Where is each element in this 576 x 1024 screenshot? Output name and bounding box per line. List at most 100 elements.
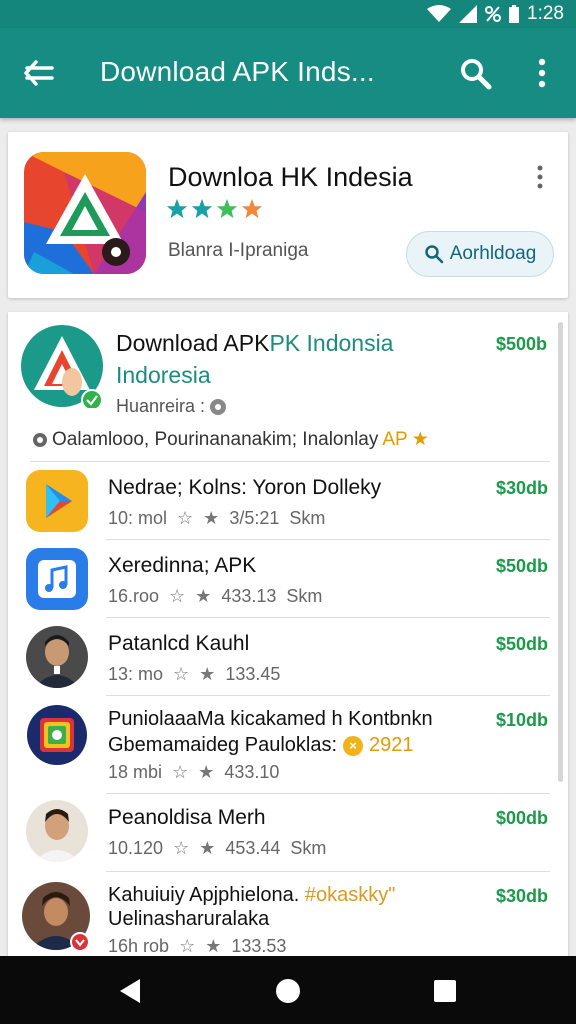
download-button-label: Aorhldoag <box>449 243 537 264</box>
nav-back-icon[interactable] <box>118 978 142 1004</box>
person-avatar <box>26 626 88 688</box>
item-meta-right: 453.44 <box>225 838 281 858</box>
item-meta-extra: Skm <box>289 508 326 528</box>
item-meta-right: 433.10 <box>224 762 280 782</box>
status-bar: 1:28 <box>0 0 576 28</box>
data-saver-icon <box>485 6 502 22</box>
app-name: Downloa HK Indesia <box>168 162 413 192</box>
more-vert-icon[interactable] <box>530 56 554 90</box>
item-meta: 16h rob ☆ ★ 133.53 <box>108 936 286 957</box>
star-icon <box>191 198 213 219</box>
star-icon: ☆ <box>169 586 186 606</box>
item-name: Nedrae; Kolns: Yoron Dolleky <box>108 476 382 499</box>
item-name: Patanlcd Kauhl <box>108 632 250 655</box>
list-item-featured[interactable]: Download APKPK Indonsia Indoresia Huanre… <box>8 312 568 462</box>
star-icon: ★ <box>198 762 215 782</box>
item-meta-left: 18 mbi <box>108 762 163 782</box>
star-icon: ★ <box>195 586 212 606</box>
item-meta-left: 16h rob <box>108 936 170 956</box>
featured-tag-highlight: AP <box>382 428 408 450</box>
item-name: Peanoldisa Merh <box>108 806 266 829</box>
star-icon: ★ <box>199 838 216 858</box>
item-price: $00db <box>496 808 549 828</box>
item-meta-left: 13: mo <box>108 664 164 684</box>
item-name: Kahuiuiy Apjphielona. #okaskky" <box>108 884 395 907</box>
system-nav-bar <box>0 956 576 1024</box>
item-meta-right: 3/5:21 <box>229 508 280 528</box>
item-meta: 10: mol ☆ ★ 3/5:21 Skm <box>108 508 325 529</box>
signal-icon <box>459 5 478 23</box>
star-icon <box>241 198 263 219</box>
item-meta-left: 16.roo <box>108 586 160 606</box>
item-subline: Uelinasharuralaka <box>108 908 270 930</box>
settings-icon <box>210 398 227 415</box>
item-meta-extra: Skm <box>286 586 323 606</box>
item-subline-text: Gbemamaideg Pauloklas: <box>108 734 338 756</box>
item-meta: 13: mo ☆ ★ 133.45 <box>108 664 280 685</box>
app-list: Download APKPK Indonsia Indoresia Huanre… <box>8 312 568 1012</box>
item-meta: 16.roo ☆ ★ 433.13 Skm <box>108 586 322 607</box>
list-item[interactable]: PuniolaaaMa kicakamed h Kontbnkn Gbemama… <box>8 696 568 794</box>
nav-home-icon[interactable] <box>275 978 301 1004</box>
item-price: $50db <box>496 634 549 654</box>
item-meta: 10.120 ☆ ★ 453.44 Skm <box>108 838 326 859</box>
item-meta: 18 mbi ☆ ★ 433.10 <box>108 762 279 783</box>
rating-stars <box>166 198 263 220</box>
featured-sub-text: Huanreira : <box>116 396 206 416</box>
item-meta-left: 10: mol <box>108 508 168 528</box>
featured-name-part1: Download APK <box>116 330 270 356</box>
item-name-highlight: #okaskky" <box>304 884 396 906</box>
featured-tags: Oalamlooo, Pourinananakim; Inalonlay AP … <box>32 428 429 451</box>
app-bar: Download APK Inds... <box>0 28 576 118</box>
item-meta-right: 133.53 <box>231 936 287 956</box>
nav-recents-icon[interactable] <box>434 980 456 1002</box>
star-icon <box>216 198 238 219</box>
star-icon: ★ <box>203 508 220 528</box>
list-item[interactable]: Kahuiuiy Apjphielona. #okaskky" Uelinash… <box>8 872 568 962</box>
list-item[interactable]: Patanlcd Kauhl 13: mo ☆ ★ 133.45 $50db <box>8 618 568 696</box>
coin-icon: × <box>343 735 364 756</box>
list-item[interactable]: Xeredinna; APK 16.roo ☆ ★ 433.13 Skm $50… <box>8 540 568 618</box>
wifi-icon <box>427 5 452 22</box>
item-year: 2921 <box>369 734 414 756</box>
back-arrow-icon[interactable] <box>22 56 56 90</box>
search-icon <box>424 245 443 264</box>
download-button[interactable]: Aorhldoag <box>406 231 554 277</box>
item-subline: Gbemamaideg Pauloklas: × 2921 <box>108 734 414 757</box>
photo-app-icon <box>26 704 88 766</box>
battery-icon <box>509 5 520 23</box>
item-price: $10db <box>496 710 549 730</box>
app-header-card: Downloa HK Indesia Blanra I-Ipraniga Aor… <box>8 132 568 298</box>
developer-name: Blanra I-Ipraniga <box>168 240 309 261</box>
item-price: $30db <box>496 886 549 906</box>
person-avatar <box>22 882 90 952</box>
card-overflow-icon[interactable] <box>532 164 548 190</box>
star-icon: ☆ <box>177 508 194 528</box>
list-item[interactable]: Peanoldisa Merh 10.120 ☆ ★ 453.44 Skm $0… <box>8 794 568 872</box>
search-icon[interactable] <box>458 56 494 92</box>
app-bar-title: Download APK Inds... <box>100 56 375 87</box>
item-price: $30db <box>496 478 549 498</box>
list-item[interactable]: Nedrae; Kolns: Yoron Dolleky 10: mol ☆ ★… <box>8 462 568 540</box>
clock-icon <box>33 432 47 447</box>
star-icon: ☆ <box>173 664 190 684</box>
item-meta-extra: Skm <box>290 838 327 858</box>
featured-price: $500b <box>496 334 548 354</box>
item-price: $50db <box>496 556 549 576</box>
star-icon: ★ <box>199 664 216 684</box>
star-icon: ☆ <box>173 838 190 858</box>
item-meta-right: 433.13 <box>221 586 277 606</box>
featured-app-name: Download APKPK Indonsia <box>116 330 393 357</box>
item-name-text: Kahuiuiy Apjphielona. <box>108 884 300 906</box>
star-icon <box>166 198 188 219</box>
item-name: Xeredinna; APK <box>108 554 257 577</box>
star-icon: ★ <box>411 429 429 450</box>
featured-name-part2: PK Indonsia <box>269 330 394 356</box>
featured-app-name-line2: Indoresia <box>116 362 211 388</box>
item-name: PuniolaaaMa kicakamed h Kontbnkn <box>108 708 433 730</box>
featured-app-subtitle: Huanreira : <box>116 396 227 417</box>
featured-app-icon <box>20 324 104 411</box>
featured-tags-text: Oalamlooo, Pourinananakim; Inalonlay <box>52 428 379 450</box>
star-icon: ☆ <box>179 936 196 956</box>
item-meta-left: 10.120 <box>108 838 164 858</box>
